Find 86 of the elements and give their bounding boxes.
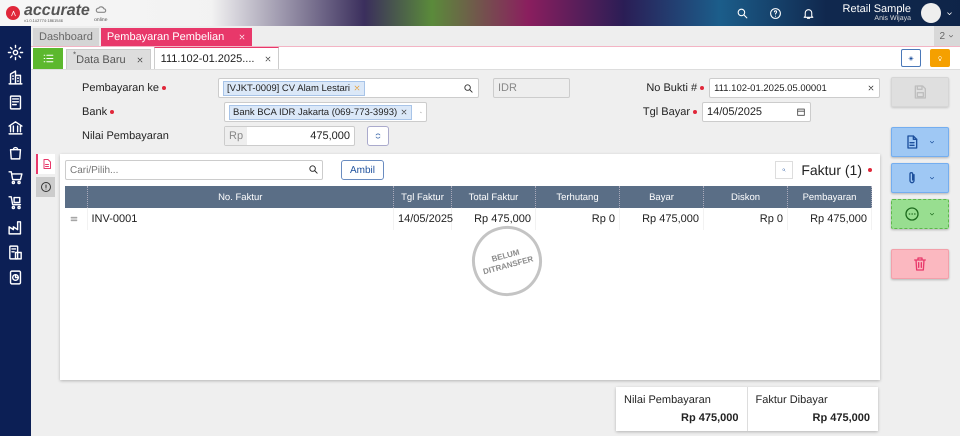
- list-button[interactable]: [33, 48, 63, 69]
- currency-prefix: Rp: [225, 127, 248, 145]
- field-value: 14/05/2025: [707, 106, 762, 118]
- close-icon: [238, 33, 246, 41]
- document-tab[interactable]: 111.102-01.2025....: [154, 47, 280, 69]
- floppy-icon: [912, 84, 928, 100]
- more-button[interactable]: [891, 199, 949, 229]
- field-label: Bank: [82, 106, 108, 118]
- avatar[interactable]: [921, 3, 941, 23]
- table-cell: Rp 0: [536, 208, 620, 230]
- table-cell: Rp 475,000: [620, 208, 704, 230]
- bank-field[interactable]: Bank BCA IDR Jakarta (069-773-3993): [224, 102, 427, 122]
- print-button[interactable]: [891, 127, 949, 157]
- cart-icon: [7, 169, 24, 186]
- ellipsis-circle-icon: [904, 206, 920, 222]
- table-cell: INV-0001: [87, 208, 394, 230]
- field-label: Nilai Pembayaran: [82, 130, 169, 142]
- calendar-icon: [796, 107, 806, 117]
- close-icon: [264, 54, 272, 62]
- column-header[interactable]: Bayar: [620, 186, 704, 208]
- caret-icon: [928, 210, 936, 218]
- settings-button[interactable]: [901, 49, 921, 67]
- refresh-icon: [374, 131, 382, 141]
- info-icon: [40, 181, 52, 193]
- side-tab[interactable]: [36, 154, 55, 174]
- amount-field[interactable]: Rp 475,000: [224, 126, 355, 146]
- summary-value: Rp 475,000: [812, 412, 870, 424]
- summary-label: Nilai Pembayaran: [624, 394, 712, 406]
- field-label: No Bukti #: [646, 82, 698, 94]
- remove-icon: [400, 108, 408, 116]
- trash-icon: [912, 256, 928, 272]
- column-header[interactable]: No. Faktur: [87, 186, 394, 208]
- brand-name: accurate: [24, 3, 90, 19]
- list-icon: [42, 52, 54, 65]
- company-name: Retail Sample: [842, 3, 911, 16]
- currency-field: IDR: [492, 78, 570, 98]
- side-tab[interactable]: [36, 177, 55, 197]
- drag-handle-icon: [69, 214, 79, 224]
- number-field[interactable]: 111.102-01.2025.05.00001: [709, 78, 880, 98]
- field-label: Tgl Bayar: [642, 106, 690, 118]
- remove-icon: [353, 84, 362, 92]
- document-icon: [40, 158, 52, 170]
- table-cell: 14/05/2025: [394, 208, 452, 230]
- bell-icon: [802, 6, 815, 20]
- search-field[interactable]: Cari/Pilih...: [65, 160, 323, 180]
- tab-count-dropdown[interactable]: 2: [934, 26, 960, 46]
- document-tab[interactable]: *Data Baru: [66, 49, 151, 69]
- building-icon: [7, 69, 24, 86]
- attachment-button[interactable]: [891, 163, 949, 193]
- fetch-button[interactable]: Ambil: [341, 160, 384, 180]
- date-field[interactable]: 14/05/2025: [702, 102, 811, 122]
- caret-icon: [928, 138, 936, 146]
- column-header[interactable]: Pembayaran: [788, 186, 872, 208]
- bank-icon: [7, 119, 24, 136]
- field-value: 475,000: [310, 130, 350, 142]
- close-icon: [136, 56, 144, 64]
- logo-icon: [6, 6, 20, 20]
- factory-icon: [7, 219, 24, 236]
- delete-button[interactable]: [891, 249, 949, 279]
- column-header[interactable]: Tgl Faktur: [394, 186, 452, 208]
- table-cell: Rp 475,000: [788, 208, 872, 230]
- card-title: Faktur (1): [801, 162, 862, 178]
- calculator-document-icon: [7, 244, 24, 261]
- module-tab[interactable]: Pembayaran Pembelian: [100, 28, 252, 46]
- book-icon: [7, 94, 24, 111]
- summary-value: Rp 475,000: [681, 412, 738, 424]
- selected-chip: [VJKT-0009] CV Alam Lestari: [223, 80, 366, 96]
- summary-label: Faktur Dibayar: [756, 394, 829, 406]
- column-header[interactable]: Terhutang: [536, 186, 620, 208]
- chart-document-icon: [7, 269, 24, 286]
- help-icon: [768, 6, 782, 20]
- column-header[interactable]: Total Faktur: [452, 186, 536, 208]
- supplier-field[interactable]: [VJKT-0009] CV Alam Lestari: [218, 78, 479, 98]
- table-cell: Rp 475,000: [452, 208, 536, 230]
- clear-icon: [866, 84, 875, 92]
- caret-icon: [928, 174, 936, 182]
- refresh-button[interactable]: [367, 126, 389, 146]
- bag-icon: [7, 144, 24, 161]
- cart-box-icon: [7, 194, 24, 211]
- selected-chip: Bank BCA IDR Jakarta (069-773-3993): [229, 104, 412, 120]
- module-tab[interactable]: Dashboard: [33, 28, 99, 46]
- field-value: 111.102-01.2025.05.00001: [714, 82, 827, 94]
- column-header[interactable]: Diskon: [704, 186, 788, 208]
- field-label: Pembayaran ke: [82, 82, 160, 94]
- caret-icon: [947, 32, 955, 40]
- table-cell: Rp 0: [704, 208, 788, 230]
